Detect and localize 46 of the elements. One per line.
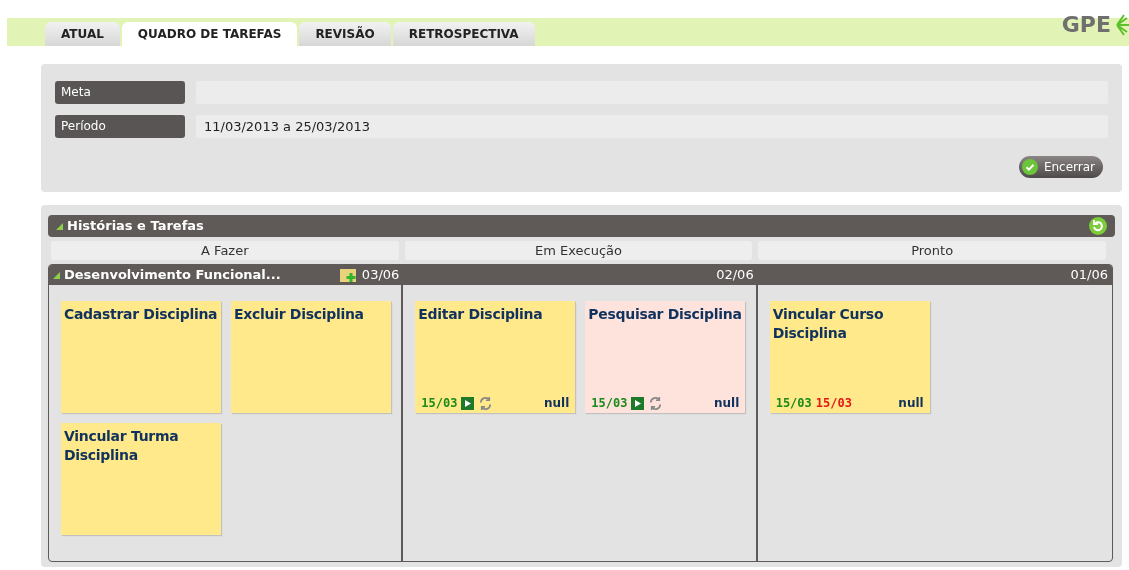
- owner-label: null: [714, 395, 740, 412]
- text-field[interactable]: 11/03/2013 a 25/03/2013: [196, 115, 1108, 138]
- card-title: Excluir Disciplina: [234, 305, 365, 324]
- triangle-icon: [56, 222, 63, 230]
- tab[interactable]: QUADRO DE TAREFAS: [121, 22, 298, 46]
- close-button[interactable]: Encerrar: [1018, 156, 1103, 178]
- task-card[interactable]: Editar Disciplina 15/03 null: [415, 301, 576, 413]
- tab[interactable]: REVISÃO: [299, 22, 391, 46]
- column-header: A Fazer: [51, 241, 399, 260]
- play-icon[interactable]: [461, 396, 475, 410]
- start-date: 15/03: [591, 395, 628, 412]
- sunburst-icon: [1115, 13, 1129, 36]
- tab[interactable]: RETROSPECTIVA: [392, 22, 535, 46]
- task-card[interactable]: Vincular Curso Disciplina 15/03 15/03 null: [769, 301, 930, 413]
- refresh-icon[interactable]: [478, 395, 494, 411]
- column-header: Pronto: [758, 241, 1106, 260]
- logo-text: GPE: [1061, 11, 1111, 39]
- task-card[interactable]: Excluir Disciplina: [231, 301, 391, 413]
- start-date: 15/03: [421, 395, 458, 412]
- refresh-icon[interactable]: [648, 395, 664, 411]
- column-header: Em Execução: [404, 241, 753, 260]
- task-count: 03/06: [361, 266, 400, 285]
- card-title: Pesquisar Disciplina: [588, 305, 743, 324]
- card-title: Editar Disciplina: [418, 305, 544, 324]
- card-title: Vincular Curso Disciplina: [772, 305, 885, 343]
- task-card[interactable]: Cadastrar Disciplina: [61, 301, 221, 413]
- field-label: Meta: [55, 81, 185, 104]
- refresh-icon[interactable]: [1089, 217, 1107, 235]
- start-date: 15/03: [775, 395, 812, 412]
- task-card[interactable]: Vincular Turma Disciplina: [61, 423, 221, 535]
- task-card[interactable]: Pesquisar Disciplina 15/03 null: [585, 301, 746, 413]
- task-count: 01/06: [1070, 266, 1108, 285]
- play-icon[interactable]: [631, 396, 645, 410]
- triangle-icon[interactable]: [53, 271, 60, 279]
- owner-label: null: [898, 395, 924, 412]
- card-title: Vincular Turma Disciplina: [64, 427, 180, 465]
- add-note-icon[interactable]: [339, 267, 358, 283]
- tab[interactable]: ATUAL: [45, 22, 120, 46]
- end-date: 15/03: [815, 395, 852, 412]
- task-count: 02/06: [716, 266, 754, 285]
- story-title: Desenvolvimento Funcional...: [64, 266, 281, 285]
- section-title: Histórias e Tarefas: [67, 217, 204, 236]
- owner-label: null: [544, 395, 570, 412]
- field-label: Período: [55, 115, 185, 138]
- check-icon: [1021, 159, 1038, 175]
- card-title: Cadastrar Disciplina: [64, 305, 218, 324]
